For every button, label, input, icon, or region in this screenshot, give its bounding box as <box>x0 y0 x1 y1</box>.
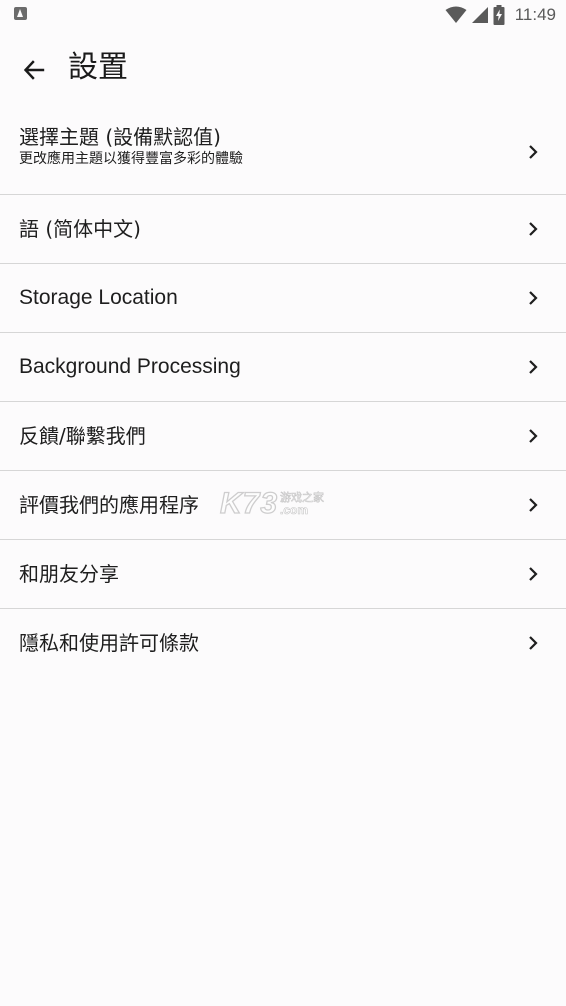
watermark-side: 游戏之家 .com <box>280 491 325 517</box>
theme-title: 選擇主題 (設備默認值) <box>19 125 221 149</box>
chevron-right-icon <box>529 145 538 159</box>
settings-item-language[interactable]: 語 (简体中文) <box>0 195 566 264</box>
app-notification-icon <box>14 7 27 20</box>
chevron-right-icon <box>529 498 538 512</box>
settings-item-background-processing[interactable]: Background Processing <box>0 333 566 402</box>
watermark-logo: K73 游戏之家 .com <box>219 486 325 522</box>
page-title: 設置 <box>68 50 128 85</box>
watermark-main: K73 <box>219 486 279 520</box>
storage-location-label: Storage Location <box>19 286 178 309</box>
battery-charging-icon <box>493 5 505 25</box>
background-processing-label: Background Processing <box>19 355 241 378</box>
share-label: 和朋友分享 <box>19 562 119 586</box>
settings-item-share[interactable]: 和朋友分享 <box>0 540 566 609</box>
settings-item-privacy[interactable]: 隱私和使用許可條款 <box>0 609 566 677</box>
cell-signal-icon <box>471 7 488 23</box>
chevron-right-icon <box>529 222 538 236</box>
watermark-domain: .com <box>280 503 309 517</box>
app-bar: 設置 <box>0 30 566 110</box>
wifi-icon <box>445 6 467 23</box>
chevron-right-icon <box>529 291 538 305</box>
theme-subtitle: 更改應用主題以獲得豐富多彩的體驗 <box>19 151 243 167</box>
settings-list: 選擇主題 (設備默認值) 更改應用主題以獲得豐富多彩的體驗 語 (简体中文) S… <box>0 110 566 677</box>
chevron-right-icon <box>529 567 538 581</box>
language-label: 語 (简体中文) <box>19 217 141 241</box>
feedback-label: 反饋/聯繫我們 <box>19 424 146 448</box>
privacy-label: 隱私和使用許可條款 <box>19 631 199 655</box>
settings-item-theme[interactable]: 選擇主題 (設備默認值) 更改應用主題以獲得豐富多彩的體驗 <box>0 110 566 195</box>
chevron-right-icon <box>529 429 538 443</box>
arrow-left-icon <box>23 60 45 80</box>
theme-text: 選擇主題 (設備默認值) 更改應用主題以獲得豐富多彩的體驗 <box>19 124 243 168</box>
status-time: 11:49 <box>514 5 556 24</box>
status-bar: 11:49 <box>0 0 566 30</box>
back-button[interactable] <box>16 52 52 88</box>
rate-app-label: 評價我們的應用程序 <box>19 493 199 517</box>
chevron-right-icon <box>529 636 538 650</box>
settings-item-storage-location[interactable]: Storage Location <box>0 264 566 333</box>
chevron-right-icon <box>529 360 538 374</box>
status-icons: 11:49 <box>445 3 556 27</box>
settings-item-feedback[interactable]: 反饋/聯繫我們 <box>0 402 566 471</box>
